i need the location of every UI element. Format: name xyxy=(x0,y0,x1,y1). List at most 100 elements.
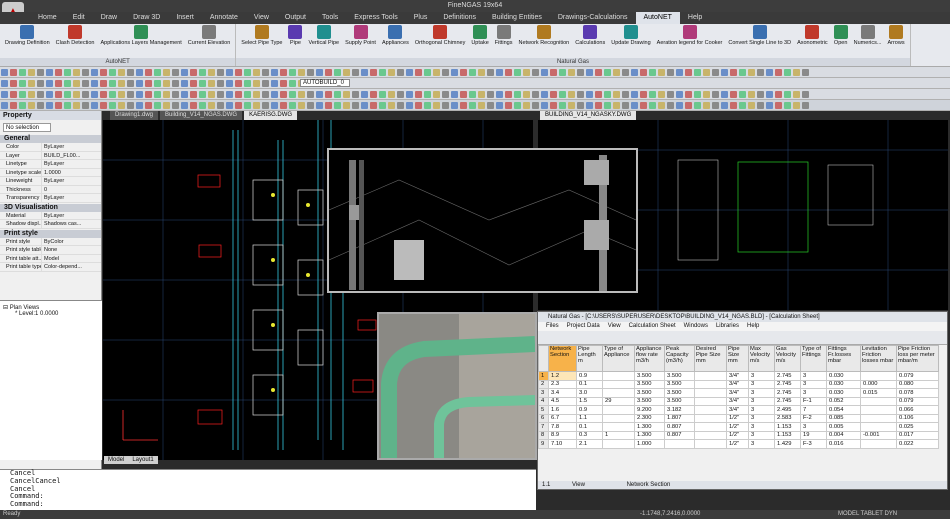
toolbar-tool-icon[interactable] xyxy=(676,102,683,109)
toolbar-tool-icon[interactable] xyxy=(514,91,521,98)
toolbar-tool-icon[interactable] xyxy=(721,102,728,109)
toolbar-tool-icon[interactable] xyxy=(127,80,134,87)
calculation-sheet-window[interactable]: Natural Gas - [C:\USERS\SUPERUSER\DESKTO… xyxy=(537,311,948,490)
menu-drawings-calculations[interactable]: Drawings-Calculations xyxy=(550,12,636,24)
toolbar-tool-icon[interactable] xyxy=(271,80,278,87)
toolbar-tool-icon[interactable] xyxy=(343,69,350,76)
toolbar-tool-icon[interactable] xyxy=(532,69,539,76)
grid-cell[interactable]: 0.004 xyxy=(826,430,861,440)
grid-cell[interactable] xyxy=(694,405,727,415)
property-row[interactable]: Print style table None xyxy=(0,246,101,255)
ribbon-button-arrows[interactable]: Arrows xyxy=(884,25,907,57)
grid-cell[interactable]: 3.500 xyxy=(664,396,695,406)
toolbar-tool-icon[interactable] xyxy=(406,102,413,109)
toolbar-tool-icon[interactable] xyxy=(748,69,755,76)
property-row[interactable]: Lineweight ByLayer xyxy=(0,177,101,186)
toolbar-tool-icon[interactable] xyxy=(244,91,251,98)
toolbar-tool-icon[interactable] xyxy=(622,102,629,109)
grid-cell[interactable]: 2.745 xyxy=(774,371,801,381)
toolbar-tool-icon[interactable] xyxy=(316,91,323,98)
grid-cell[interactable] xyxy=(602,379,635,389)
grid-cell[interactable] xyxy=(664,439,695,449)
toolbar-tool-icon[interactable] xyxy=(379,91,386,98)
toolbar-tool-icon[interactable] xyxy=(82,91,89,98)
toolbar-tool-icon[interactable] xyxy=(127,91,134,98)
grid-cell[interactable]: 3/4" xyxy=(726,371,749,381)
toolbar-tool-icon[interactable] xyxy=(172,80,179,87)
toolbar-tool-icon[interactable] xyxy=(199,102,206,109)
toolbar-tool-icon[interactable] xyxy=(388,91,395,98)
grid-cell[interactable]: 3/4" xyxy=(726,388,749,398)
toolbar-tool-icon[interactable] xyxy=(667,91,674,98)
toolbar-tool-icon[interactable] xyxy=(28,80,35,87)
grid-cell[interactable] xyxy=(602,413,635,423)
model-tab-layout1[interactable]: Layout1 xyxy=(128,457,157,463)
grid-cell[interactable]: 0.066 xyxy=(896,405,939,415)
grid-cell[interactable]: 2.745 xyxy=(774,388,801,398)
grid-cell[interactable]: 0.106 xyxy=(896,413,939,423)
toolbar-tool-icon[interactable] xyxy=(280,69,287,76)
toolbar-tool-icon[interactable] xyxy=(613,102,620,109)
grid-header[interactable]: Network Section xyxy=(548,345,577,372)
grid-cell[interactable]: 1.5 xyxy=(576,396,603,406)
toolbar-tool-icon[interactable] xyxy=(775,69,782,76)
toolbar-tool-icon[interactable] xyxy=(1,102,8,109)
toolbar-tool-icon[interactable] xyxy=(694,91,701,98)
toolbar-tool-icon[interactable] xyxy=(397,102,404,109)
calc-menu-libraries[interactable]: Libraries xyxy=(716,323,739,329)
toolbar-tool-icon[interactable] xyxy=(631,91,638,98)
toolbar-tool-icon[interactable] xyxy=(667,102,674,109)
ribbon-button-clash-detection[interactable]: Clash Detection xyxy=(53,25,98,57)
toolbar-tool-icon[interactable] xyxy=(208,91,215,98)
toolbar-tool-icon[interactable] xyxy=(91,102,98,109)
toolbar-tool-icon[interactable] xyxy=(64,102,71,109)
toolbar-tool-icon[interactable] xyxy=(1,69,8,76)
toolbar-tool-icon[interactable] xyxy=(19,91,26,98)
toolbar-tool-icon[interactable] xyxy=(190,91,197,98)
grid-cell[interactable]: 7 xyxy=(800,405,827,415)
grid-header[interactable]: Gas Velocity m/s xyxy=(774,345,801,372)
tree-level[interactable]: * Level:1 0.0000 xyxy=(3,311,99,317)
toolbar-tool-icon[interactable] xyxy=(181,102,188,109)
toolbar-tool-icon[interactable] xyxy=(397,69,404,76)
toolbar-tool-icon[interactable] xyxy=(190,69,197,76)
property-row[interactable]: Linetype ByLayer xyxy=(0,160,101,169)
toolbar-tool-icon[interactable] xyxy=(568,102,575,109)
table-row[interactable]: 7 7.8 0.1 1.300 0.807 1/2" 3 1.153 3 0.005 0.025 xyxy=(538,422,939,432)
toolbar-tool-icon[interactable] xyxy=(352,102,359,109)
toolbar-tool-icon[interactable] xyxy=(361,102,368,109)
menu-insert[interactable]: Insert xyxy=(168,12,202,24)
toolbar-tool-icon[interactable] xyxy=(514,69,521,76)
toolbar-tool-icon[interactable] xyxy=(748,102,755,109)
toolbar-tool-icon[interactable] xyxy=(28,91,35,98)
toolbar-tool-icon[interactable] xyxy=(595,91,602,98)
grid-cell[interactable]: 1.1 xyxy=(576,413,603,423)
grid-cell[interactable]: 0.015 xyxy=(860,388,897,398)
toolbar-tool-icon[interactable] xyxy=(406,69,413,76)
grid-cell[interactable]: 0.030 xyxy=(826,379,861,389)
toolbar-tool-icon[interactable] xyxy=(460,91,467,98)
toolbar-tool-icon[interactable] xyxy=(469,102,476,109)
toolbar-tool-icon[interactable] xyxy=(307,69,314,76)
toolbar-tool-icon[interactable] xyxy=(442,102,449,109)
toolbar-tool-icon[interactable] xyxy=(145,91,152,98)
toolbar-tool-icon[interactable] xyxy=(730,91,737,98)
toolbar-tool-icon[interactable] xyxy=(262,102,269,109)
menu-draw[interactable]: Draw xyxy=(93,12,125,24)
toolbar-tool-icon[interactable] xyxy=(604,91,611,98)
toolbar-tool-icon[interactable] xyxy=(415,102,422,109)
toolbar-tool-icon[interactable] xyxy=(370,102,377,109)
grid-cell[interactable]: 0.079 xyxy=(896,396,939,406)
grid-cell[interactable] xyxy=(602,422,635,432)
calc-menu-view[interactable]: View xyxy=(608,323,621,329)
toolbar-tool-icon[interactable] xyxy=(289,91,296,98)
grid-cell[interactable] xyxy=(860,413,897,423)
grid-cell[interactable]: 1.153 xyxy=(774,430,801,440)
property-value[interactable]: BUILD_FL00... xyxy=(42,152,101,160)
toolbar-tool-icon[interactable] xyxy=(109,102,116,109)
toolbar-tool-icon[interactable] xyxy=(577,69,584,76)
toolbar-tool-icon[interactable] xyxy=(541,102,548,109)
menu-view[interactable]: View xyxy=(246,12,277,24)
toolbar-tool-icon[interactable] xyxy=(703,69,710,76)
grid-cell[interactable]: 1/2" xyxy=(726,439,749,449)
